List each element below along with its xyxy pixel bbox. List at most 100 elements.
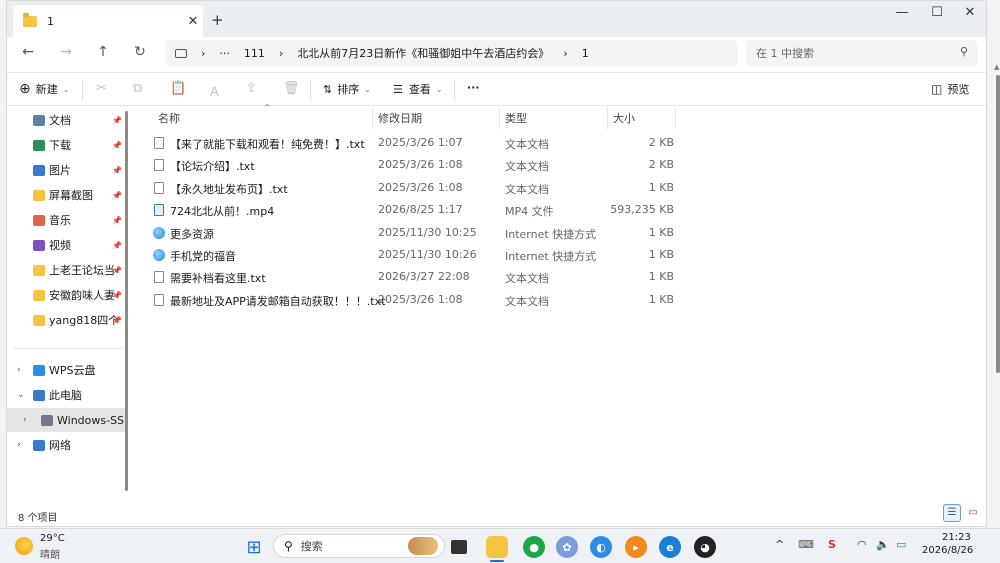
pin-icon[interactable]: 📌 [112, 141, 122, 150]
sort-button[interactable]: ⇅ 排序 ⌄ [323, 81, 371, 97]
volume-icon[interactable]: 🔈 [876, 538, 890, 551]
tab-close-icon[interactable]: ✕ [183, 14, 203, 29]
column-header-size[interactable]: 大小 [608, 107, 676, 129]
sidebar-item-quick[interactable]: 上老王论坛当 📌 [7, 258, 125, 282]
pin-icon[interactable]: 📌 [112, 316, 122, 325]
tab-current[interactable]: 1 ✕ [13, 5, 203, 37]
sidebar-item-quick[interactable]: 视频 📌 [7, 233, 125, 257]
paste-icon[interactable]: 📋 [170, 81, 186, 96]
wifi-icon[interactable]: ◠ [857, 538, 867, 551]
sidebar-item-quick[interactable]: yang818四个 📌 [7, 308, 125, 332]
close-window-button[interactable]: ✕ [955, 5, 985, 20]
qq-icon[interactable]: ◕ [694, 536, 716, 558]
column-header-name[interactable]: 名称 [148, 107, 373, 129]
sidebar-item-quick[interactable]: 音乐 📌 [7, 208, 125, 232]
file-row[interactable]: 724北北从前！.mp4 2026/8/25 1:17 MP4 文件 593,235 … [148, 199, 688, 221]
copy-icon[interactable]: ⧉ [133, 81, 142, 96]
breadcrumb-overflow[interactable]: ··· [219, 47, 230, 60]
task-view-icon[interactable] [451, 540, 467, 554]
file-name: 需要补档看这里.txt [170, 272, 266, 286]
sidebar-item-label: WPS云盘 [49, 364, 96, 377]
pin-icon[interactable]: 📌 [112, 116, 122, 125]
more-options-button[interactable]: ··· [467, 81, 480, 94]
sidebar-tree-item[interactable]: › 网络 [7, 433, 125, 457]
breadcrumb-item-111[interactable]: 111 [244, 47, 265, 60]
video-file-icon [154, 204, 164, 217]
details-view-button[interactable]: ☰ [943, 504, 961, 522]
weather-desc[interactable]: 晴朗 [40, 546, 60, 561]
weather-icon[interactable] [15, 537, 33, 555]
clock-time[interactable]: 21:23 [942, 532, 971, 543]
sidebar-tree-item[interactable]: › Windows-SSD [7, 408, 125, 432]
breadcrumb-item-current[interactable]: 1 [582, 47, 589, 60]
refresh-button[interactable]: ↻ [129, 44, 151, 60]
expand-chevron-icon[interactable]: ⌄ [17, 390, 25, 400]
browser-icon[interactable]: ◐ [590, 536, 612, 558]
delete-icon[interactable]: 🗑 [283, 81, 300, 96]
wechat-icon[interactable]: ● [523, 536, 545, 558]
pin-icon[interactable]: 📌 [112, 166, 122, 175]
input-method-icon[interactable]: ⌨ [798, 538, 814, 551]
file-name: 最新地址及APP请发邮箱自动获取！！！.txt [170, 294, 386, 308]
back-button[interactable]: ← [17, 44, 39, 60]
sidebar-tree-item[interactable]: ⌄ 此电脑 [7, 383, 125, 407]
pin-icon[interactable]: 📌 [112, 241, 122, 250]
sidebar-item-quick[interactable]: 屏幕截图 📌 [7, 183, 125, 207]
sidebar-item-quick[interactable]: 安徽韵味人妻 📌 [7, 283, 125, 307]
file-row[interactable]: 手机党的福音 2025/11/30 10:26 Internet 快捷方式 1 KB [148, 244, 688, 266]
pin-icon[interactable]: 📌 [112, 191, 122, 200]
file-row[interactable]: 最新地址及APP请发邮箱自动获取！！！.txt 2025/3/26 1:08 文本文… [148, 289, 688, 311]
preview-pane-button[interactable]: ◫ 预览 [931, 81, 969, 97]
new-tab-button[interactable]: + [211, 11, 224, 29]
breadcrumb-item-folder[interactable]: 北北从前7月23日新作《和骚御姐中午去酒店约会》 [297, 45, 549, 61]
wps-tray-icon[interactable]: S [828, 538, 836, 551]
expand-chevron-icon[interactable]: › [17, 365, 21, 375]
clock-date[interactable]: 2026/8/26 [922, 545, 973, 556]
address-bar[interactable]: › ··· 111 › 北北从前7月23日新作《和骚御姐中午去酒店约会》 › 1 [165, 40, 738, 66]
column-header-type[interactable]: 类型 [500, 107, 608, 129]
view-button[interactable]: ☰ 查看 ⌄ [393, 81, 443, 97]
sidebar-item-quick[interactable]: 文档 📌 [7, 108, 125, 132]
expand-chevron-icon[interactable]: › [17, 440, 21, 450]
picture-icon [33, 164, 45, 176]
search-input[interactable]: 在 1 中搜索 ⚲ [746, 40, 978, 66]
divider [82, 80, 83, 100]
app-icon[interactable]: ✿ [556, 536, 578, 558]
sidebar-item-quick[interactable]: 图片 📌 [7, 158, 125, 182]
edge-icon[interactable]: e [659, 536, 681, 558]
expand-chevron-icon[interactable]: › [23, 415, 27, 425]
file-list-scrollbar[interactable] [996, 75, 1000, 373]
file-row[interactable]: 更多资源 2025/11/30 10:25 Internet 快捷方式 1 KB [148, 222, 688, 244]
cut-icon[interactable]: ✂ [96, 81, 107, 96]
tray-overflow-icon[interactable]: ^ [775, 538, 784, 551]
battery-icon[interactable]: ▭ [896, 538, 906, 551]
file-row[interactable]: 需要补档看这里.txt 2026/3/27 22:08 文本文档 1 KB [148, 266, 688, 288]
sidebar-item-quick[interactable]: 下载 📌 [7, 133, 125, 157]
file-explorer-taskbar-icon[interactable] [486, 536, 508, 558]
up-button[interactable]: ↑ [92, 44, 114, 60]
file-row[interactable]: 【论坛介绍】.txt 2025/3/26 1:08 文本文档 2 KB [148, 154, 688, 176]
column-header-date[interactable]: 修改日期 [373, 107, 500, 129]
new-button[interactable]: ⊕ 新建 ⌄ [19, 81, 69, 97]
sidebar-scrollbar[interactable] [125, 111, 128, 491]
scroll-up-icon[interactable]: ▲ [994, 63, 999, 71]
minimize-button[interactable]: — [887, 5, 917, 20]
pin-icon[interactable]: 📌 [112, 266, 122, 275]
start-button[interactable]: ⊞ [243, 536, 265, 558]
tiles-view-button[interactable]: ▭ [964, 504, 982, 522]
maximize-button[interactable]: ☐ [922, 5, 952, 20]
taskbar-search[interactable]: ⚲ 搜索 [273, 534, 445, 558]
weather-temp[interactable]: 29°C [40, 533, 65, 544]
file-list: 名称 修改日期 类型 大小 ^ 【来了就能下载和观看！纯免费！】.txt 2025… [134, 103, 984, 505]
pin-icon[interactable]: 📌 [112, 291, 122, 300]
music-icon [33, 214, 45, 226]
file-row[interactable]: 【来了就能下载和观看！纯免费！】.txt 2025/3/26 1:07 文本文档 2 … [148, 132, 688, 154]
rename-icon[interactable]: Ａ [208, 81, 221, 100]
media-player-icon[interactable]: ▸ [625, 536, 647, 558]
forward-button[interactable]: → [55, 44, 77, 60]
sort-label: 排序 [337, 83, 360, 96]
sidebar-tree-item[interactable]: › WPS云盘 [7, 358, 125, 382]
share-icon[interactable]: ⇪ [246, 81, 257, 96]
file-row[interactable]: 【永久地址发布页】.txt 2025/3/26 1:08 文本文档 1 KB [148, 177, 688, 199]
pin-icon[interactable]: 📌 [112, 216, 122, 225]
